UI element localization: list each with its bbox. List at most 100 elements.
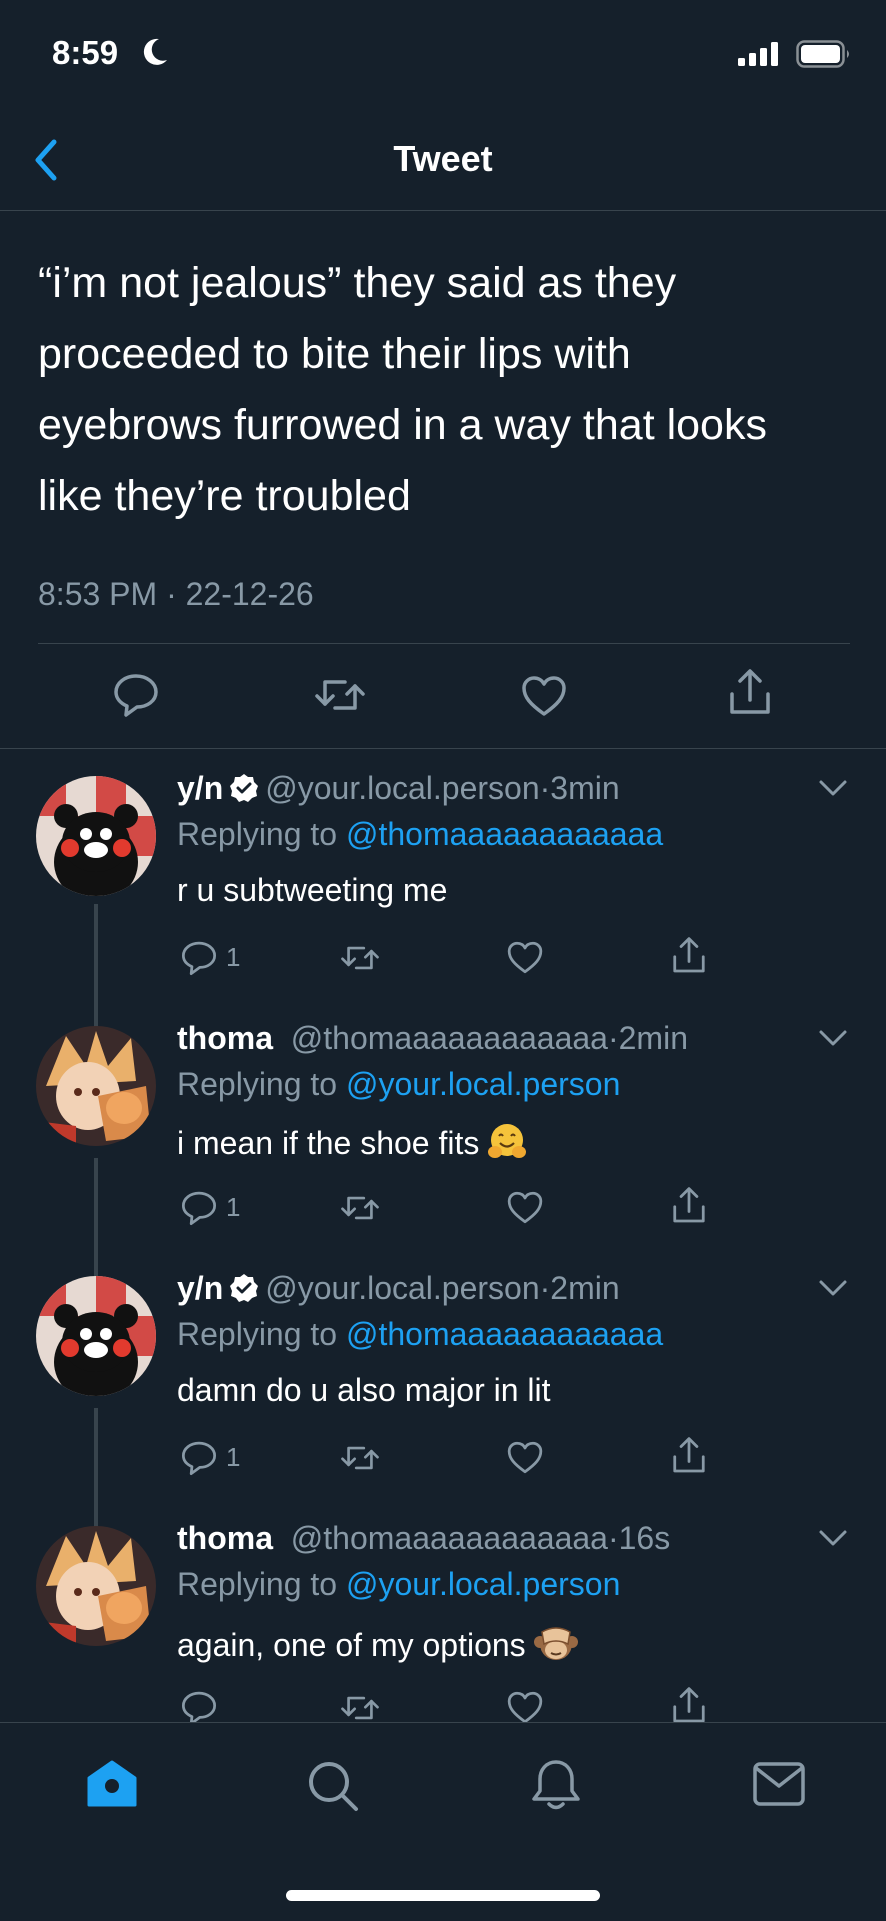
- reply-button[interactable]: [180, 940, 218, 976]
- signal-icon: [738, 42, 780, 71]
- share-icon: [673, 937, 705, 973]
- reply-header: y/n @your.local.person·2min: [177, 1270, 620, 1311]
- share-button[interactable]: [670, 1686, 708, 1726]
- chevron-down-icon: [819, 1030, 847, 1046]
- replying-to-line: Replying to @thomaaaaaaaaaaaa: [177, 1316, 663, 1353]
- retweet-button[interactable]: [340, 1442, 380, 1474]
- reply-header: y/n @your.local.person·3min: [177, 770, 620, 811]
- display-name[interactable]: thoma: [177, 1020, 273, 1056]
- comment-icon: [181, 1191, 217, 1226]
- like-button[interactable]: [506, 1690, 544, 1725]
- search-icon: [309, 1762, 358, 1811]
- hugging-face-emoji-icon: [487, 1122, 527, 1170]
- reply-text: again, one of my options: [177, 1622, 578, 1672]
- tab-notifications[interactable]: [530, 1757, 582, 1813]
- tab-home[interactable]: [86, 1759, 138, 1809]
- like-button[interactable]: [520, 674, 568, 718]
- comment-icon: [114, 674, 158, 717]
- retweet-icon: [341, 1446, 379, 1470]
- status-time: 8:59: [52, 34, 119, 71]
- tab-messages[interactable]: [752, 1761, 806, 1807]
- user-handle[interactable]: @thomaaaaaaaaaaaa: [291, 1520, 608, 1556]
- retweet-button[interactable]: [340, 942, 380, 974]
- reply-actions: 1: [0, 1436, 886, 1488]
- avatar[interactable]: [36, 776, 156, 896]
- like-button[interactable]: [506, 940, 544, 975]
- reply-button[interactable]: [180, 1690, 218, 1726]
- retweet-button[interactable]: [314, 674, 366, 716]
- reply-button[interactable]: [180, 1440, 218, 1476]
- heart-icon: [507, 1441, 543, 1474]
- reply-tweet[interactable]: y/n @your.local.person·2min Replying to @…: [0, 1260, 886, 1510]
- display-name[interactable]: y/n: [177, 770, 223, 806]
- avatar[interactable]: [36, 1276, 156, 1396]
- reply-actions: 1: [0, 936, 886, 988]
- share-button[interactable]: [726, 668, 774, 718]
- user-handle[interactable]: @your.local.person: [265, 770, 539, 806]
- reply-text: r u subtweeting me: [177, 872, 448, 908]
- reply-actions: 1: [0, 1186, 886, 1238]
- replying-to-line: Replying to @thomaaaaaaaaaaaa: [177, 816, 663, 853]
- user-handle[interactable]: @thomaaaaaaaaaaaa: [291, 1020, 608, 1056]
- retweet-button[interactable]: [340, 1692, 380, 1724]
- display-name[interactable]: y/n: [177, 1270, 223, 1306]
- mention-link[interactable]: @your.local.person: [346, 1066, 620, 1102]
- reply-text: i mean if the shoe fits: [177, 1122, 527, 1170]
- more-options-button[interactable]: [818, 778, 848, 803]
- tab-search[interactable]: [306, 1759, 360, 1813]
- home-indicator[interactable]: [286, 1890, 600, 1901]
- replying-label: Replying to: [177, 1066, 338, 1102]
- reply-header: thoma @thomaaaaaaaaaaaa·2min: [177, 1020, 688, 1057]
- verified-badge-icon: [229, 773, 259, 811]
- reply-text-content: again, one of my options: [177, 1627, 526, 1663]
- share-button[interactable]: [670, 1186, 708, 1226]
- mention-link[interactable]: @thomaaaaaaaaaaaa: [346, 816, 663, 852]
- share-icon: [673, 1687, 705, 1723]
- mention-link[interactable]: @your.local.person: [346, 1566, 620, 1602]
- chevron-down-icon: [819, 1280, 847, 1296]
- reply-button[interactable]: [180, 1190, 218, 1226]
- share-button[interactable]: [670, 936, 708, 976]
- retweet-icon: [341, 1196, 379, 1220]
- heart-icon: [522, 676, 566, 716]
- anime-character-avatar: [36, 1026, 156, 1146]
- share-icon: [673, 1437, 705, 1473]
- avatar[interactable]: [36, 1026, 156, 1146]
- reply-count: 1: [226, 942, 241, 972]
- reply-tweet[interactable]: y/n @your.local.person·3min Replying to @…: [0, 760, 886, 1010]
- page-title: Tweet: [393, 138, 493, 179]
- reply-age: 16s: [618, 1520, 671, 1556]
- heart-icon: [507, 1691, 543, 1724]
- reply-tweet[interactable]: thoma @thomaaaaaaaaaaaa·2min Replying to…: [0, 1010, 886, 1260]
- messages-icon: [753, 1762, 805, 1806]
- share-button[interactable]: [670, 1436, 708, 1476]
- more-options-button[interactable]: [818, 1528, 848, 1553]
- replying-label: Replying to: [177, 1316, 338, 1352]
- like-button[interactable]: [506, 1440, 544, 1475]
- reply-button[interactable]: [112, 672, 160, 718]
- like-button[interactable]: [506, 1190, 544, 1225]
- tweet-text-line: eyebrows furrowed in a way that looks: [38, 401, 767, 449]
- reply-text: damn do u also major in lit: [177, 1372, 551, 1408]
- separator-dot: ·: [607, 1520, 619, 1556]
- avatar[interactable]: [36, 1526, 156, 1646]
- share-icon: [673, 1187, 705, 1223]
- retweet-icon: [341, 946, 379, 970]
- bear-mascot-avatar: [36, 1276, 156, 1396]
- more-options-button[interactable]: [818, 1028, 848, 1053]
- bear-mascot-avatar: [36, 776, 156, 896]
- display-name[interactable]: thoma: [177, 1520, 273, 1556]
- reply-count: 1: [226, 1442, 241, 1472]
- comment-icon: [181, 1441, 217, 1476]
- user-handle[interactable]: @your.local.person: [265, 1270, 539, 1306]
- more-options-button[interactable]: [818, 1278, 848, 1303]
- replying-to-line: Replying to @your.local.person: [177, 1066, 620, 1103]
- tweet-text-line: like they’re troubled: [38, 472, 411, 520]
- comment-icon: [181, 1691, 217, 1726]
- mention-link[interactable]: @thomaaaaaaaaaaaa: [346, 1316, 663, 1352]
- battery-icon: [796, 40, 852, 73]
- separator-dot: ·: [607, 1020, 619, 1056]
- reply-age: 2min: [618, 1020, 688, 1056]
- retweet-button[interactable]: [340, 1192, 380, 1224]
- tweet-text: “i’m not jealous” they said as they proc…: [38, 248, 858, 532]
